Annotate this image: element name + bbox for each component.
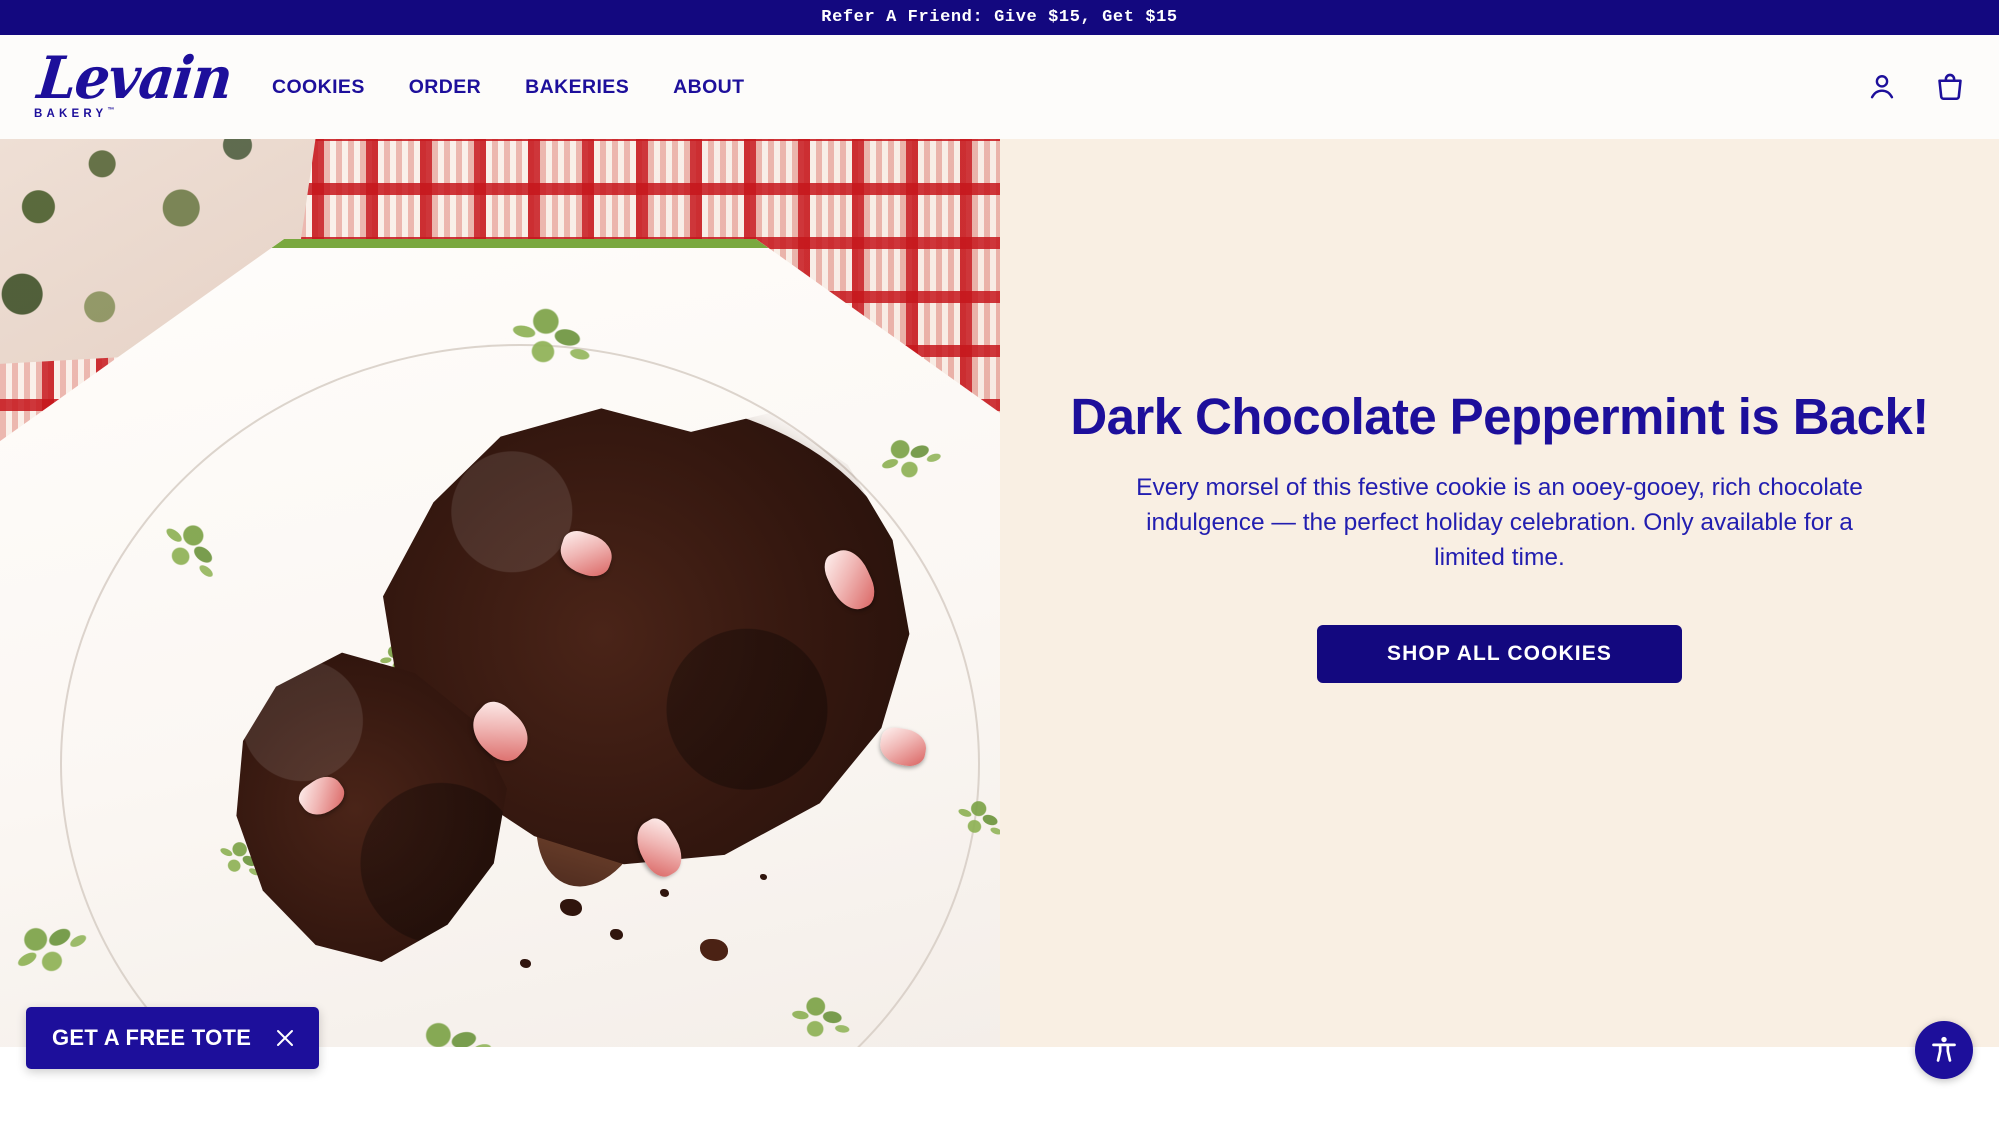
nav-item-order[interactable]: ORDER [387,76,503,99]
logo-levain-bakery[interactable]: Levain BAKERY™ [34,42,235,122]
cookie-crumb [700,939,728,961]
accessibility-icon [1932,1036,1956,1062]
account-icon [1870,75,1894,99]
hero-image [0,139,1000,1047]
hero-subtitle: Every morsel of this festive cookie is a… [1136,474,1863,571]
hero-title: Dark Chocolate Peppermint is Back! [1070,388,1929,445]
cart-button[interactable] [1930,67,1970,107]
header-actions [1862,67,1970,107]
shopping-bag-icon [1938,73,1962,101]
cookie-crumb [520,959,531,968]
announcement-text: Refer A Friend: Give $15, Get $15 [821,8,1178,27]
account-button[interactable] [1862,67,1902,107]
accessibility-widget-button[interactable] [1915,1021,1973,1079]
page: Refer A Friend: Give $15, Get $15 Levain… [0,0,1999,1129]
shop-all-cookies-button[interactable]: SHOP ALL COOKIES [1317,625,1682,684]
primary-navigation: COOKIES ORDER BAKERIES ABOUT [266,76,766,99]
tote-tab-label: GET A FREE TOTE [52,1025,252,1050]
nav-item-cookies[interactable]: COOKIES [266,76,387,99]
nav-item-bakeries[interactable]: BAKERIES [503,76,651,99]
get-a-free-tote-tab[interactable]: GET A FREE TOTE [26,1007,320,1069]
hero-content-panel: Dark Chocolate Peppermint is Back! Every… [1000,139,1999,1047]
cookie-crumb [610,929,623,940]
nav-item-about[interactable]: ABOUT [651,76,766,99]
site-header: Levain BAKERY™ COOKIES ORDER BAKERIES AB… [0,35,1999,139]
hero-section: Dark Chocolate Peppermint is Back! Every… [0,139,1999,1047]
plate-sprig [784,992,854,1047]
announcement-bar[interactable]: Refer A Friend: Give $15, Get $15 [0,0,1999,35]
tote-tab-close-button[interactable] [273,1026,297,1050]
cookie-crumb [660,889,669,897]
cookie-crumb [760,874,767,880]
cookie-crumb [560,899,582,916]
close-icon [277,1030,294,1046]
logo-wordmark: Levain [34,42,235,112]
